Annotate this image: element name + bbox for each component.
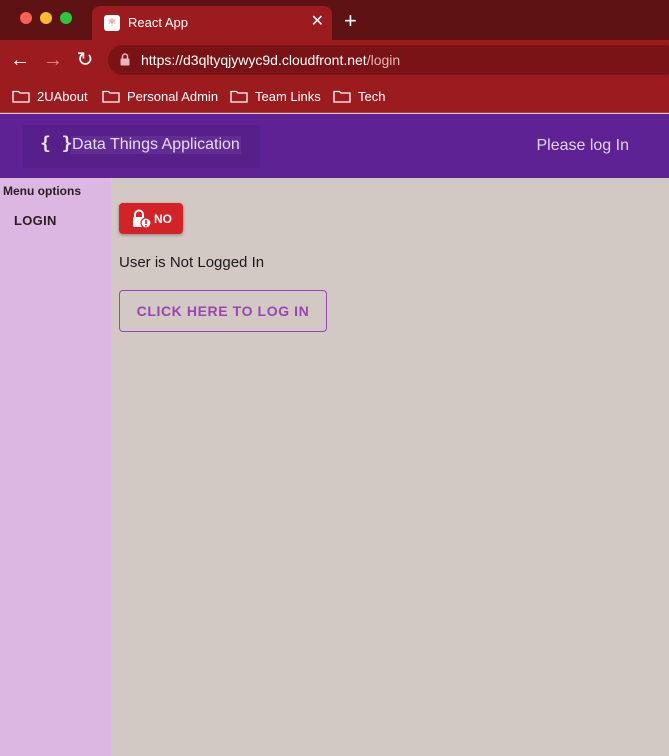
curly-braces-icon: { } [40, 133, 73, 154]
menu-options-label: Menu options [3, 184, 81, 198]
bookmark-label: Personal Admin [127, 88, 219, 104]
bookmarks-bar: 2UAbout Personal Admin Team Links Tech [0, 80, 669, 113]
lock-icon [133, 209, 152, 229]
new-tab-button[interactable]: + [344, 8, 357, 34]
browser-tab-strip: ⚛ React App ✕ + [0, 0, 669, 40]
close-window-button[interactable] [20, 12, 32, 24]
app-brand[interactable]: { } Data Things Application [23, 125, 260, 168]
lock-icon [120, 53, 130, 66]
browser-tab-active[interactable]: ⚛ React App ✕ [92, 6, 332, 40]
address-bar[interactable]: https://d3qltyqjywyc9d.cloudfront.net/lo… [108, 45, 669, 75]
sidebar-item-login[interactable]: LOGIN [14, 213, 57, 228]
chip-label: NO [154, 211, 172, 226]
folder-icon [333, 90, 351, 103]
app-title: Data Things Application [71, 136, 241, 154]
react-favicon-icon: ⚛ [104, 15, 120, 31]
sidebar: Menu options LOGIN [0, 178, 111, 756]
bookmark-tech[interactable]: Tech [333, 87, 385, 105]
folder-icon [12, 90, 30, 103]
folder-icon [102, 90, 120, 103]
app-header: { } Data Things Application Please log I… [0, 114, 669, 178]
bookmark-label: 2UAbout [37, 88, 88, 104]
login-button[interactable]: CLICK HERE TO LOG IN [119, 290, 327, 332]
url-text: https://d3qltyqjywyc9d.cloudfront.net/lo… [141, 52, 400, 68]
tab-title: React App [128, 15, 188, 30]
forward-arrow-icon[interactable]: → [41, 48, 65, 72]
logged-out-chip: NO [119, 203, 183, 234]
reload-icon[interactable]: ↻ [73, 48, 97, 72]
minimize-window-button[interactable] [40, 12, 52, 24]
bookmark-label: Tech [358, 88, 386, 104]
bookmark-personal-admin[interactable]: Personal Admin [102, 87, 218, 105]
browser-toolbar: ← → ↻ https://d3qltyqjywyc9d.cloudfront.… [0, 40, 669, 80]
bookmark-team-links[interactable]: Team Links [230, 87, 321, 105]
main-content: NO User is Not Logged In CLICK HERE TO L… [111, 178, 669, 756]
bookmark-label: Team Links [255, 88, 321, 104]
login-state-text: User is Not Logged In [119, 254, 265, 271]
url-path: /login [366, 52, 401, 68]
login-status-text: Please log In [536, 137, 629, 154]
back-arrow-icon[interactable]: ← [8, 48, 32, 72]
maximize-window-button[interactable] [60, 12, 72, 24]
tab-close-icon[interactable]: ✕ [311, 12, 324, 32]
bookmark-2uabout[interactable]: 2UAbout [12, 87, 88, 105]
folder-icon [230, 90, 248, 103]
url-host: https://d3qltyqjywyc9d.cloudfront.net [141, 52, 367, 68]
